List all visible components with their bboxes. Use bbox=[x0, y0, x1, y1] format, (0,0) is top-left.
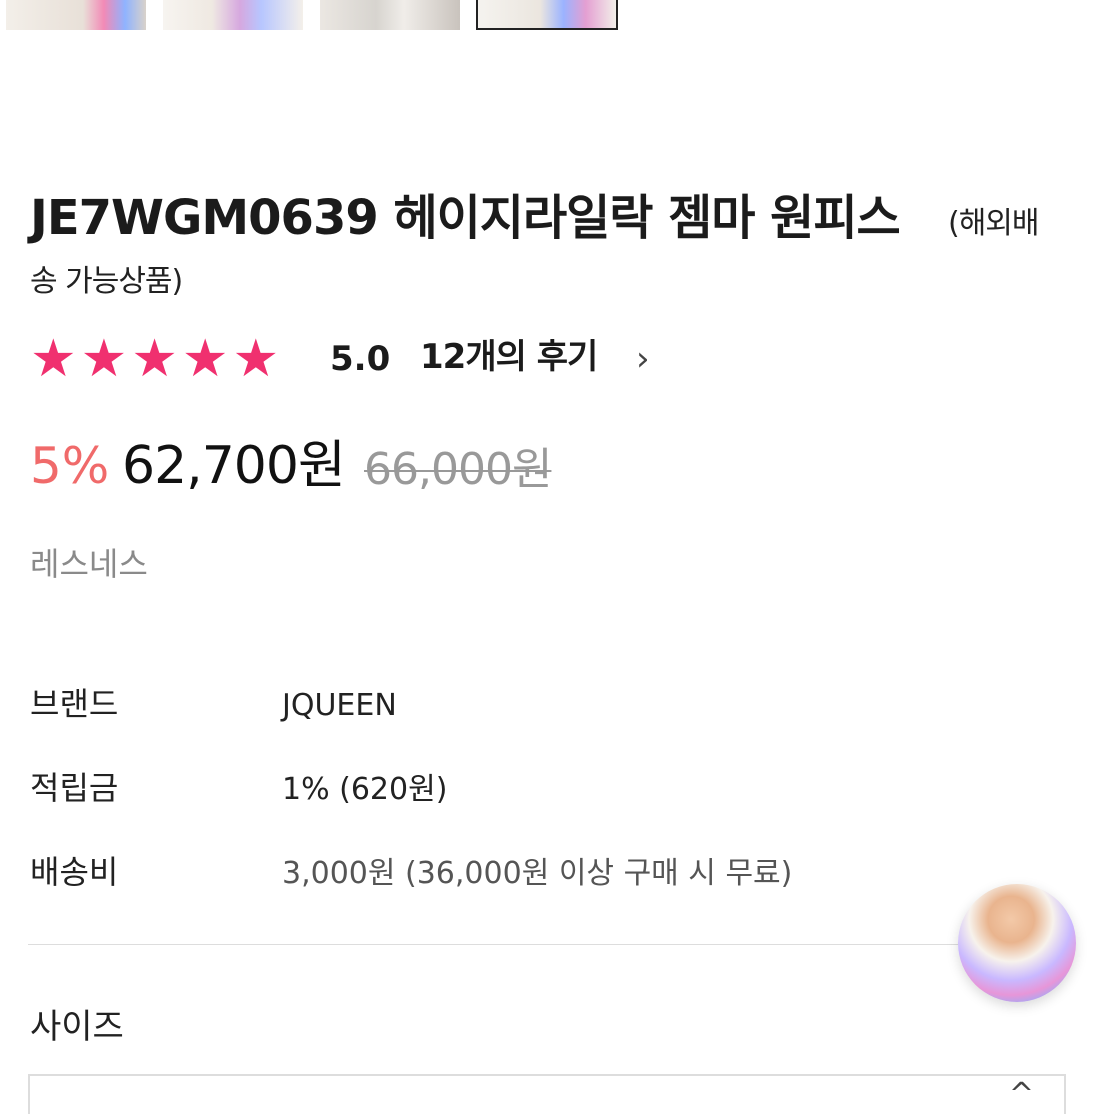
info-value: 1% (620원) bbox=[282, 772, 448, 807]
info-value: 3,000원 (36,000원 이상 구매 시 무료) bbox=[282, 856, 793, 891]
product-thumbnail-2[interactable] bbox=[163, 0, 303, 30]
product-info-table: 브랜드 JQUEEN 적립금 1% (620원) 배송비 3,000원 (36,… bbox=[30, 684, 1070, 936]
product-title: JE7WGM0639 헤이지라일락 젬마 원피스 bbox=[30, 190, 901, 246]
product-thumbnail-3[interactable] bbox=[320, 0, 460, 30]
overseas-shipping-note-part1: (해외배 bbox=[948, 206, 1040, 241]
discount-rate: 5% bbox=[30, 437, 110, 495]
seller-name[interactable]: 레스네스 bbox=[30, 544, 148, 584]
original-price: 66,000원 bbox=[364, 444, 552, 495]
overseas-shipping-note-part2: 송 가능상품) bbox=[30, 264, 183, 299]
info-label: 브랜드 bbox=[30, 685, 119, 723]
size-select[interactable]: ^ bbox=[28, 1074, 1066, 1114]
size-option-label: 사이즈 bbox=[30, 1007, 124, 1047]
chevron-up-icon[interactable]: ^ bbox=[1009, 1080, 1034, 1110]
review-count-link[interactable]: 12개의 후기 bbox=[420, 337, 598, 377]
info-label: 적립금 bbox=[30, 769, 119, 807]
rating-score: 5.0 bbox=[330, 339, 391, 379]
rating-row[interactable]: ★★★★★ 5.0 12개의 후기 › bbox=[30, 333, 730, 385]
product-thumbnail-4-selected[interactable] bbox=[476, 0, 618, 30]
product-thumbnail-1[interactable] bbox=[6, 0, 146, 30]
info-row-brand: 브랜드 JQUEEN bbox=[30, 684, 1070, 768]
sale-price: 62,700원 bbox=[122, 436, 346, 496]
info-label: 배송비 bbox=[30, 853, 119, 891]
model-avatar-icon[interactable] bbox=[958, 884, 1076, 1002]
info-value: JQUEEN bbox=[282, 688, 397, 723]
info-row-points: 적립금 1% (620원) bbox=[30, 768, 1070, 852]
section-divider bbox=[28, 944, 1068, 945]
star-rating-icon: ★★★★★ bbox=[30, 329, 284, 389]
price-row: 5% 62,700원 66,000원 bbox=[30, 436, 930, 496]
info-row-shipping: 배송비 3,000원 (36,000원 이상 구매 시 무료) bbox=[30, 852, 1070, 936]
chevron-right-icon[interactable]: › bbox=[636, 339, 650, 379]
thumbnail-strip bbox=[0, 0, 1096, 34]
